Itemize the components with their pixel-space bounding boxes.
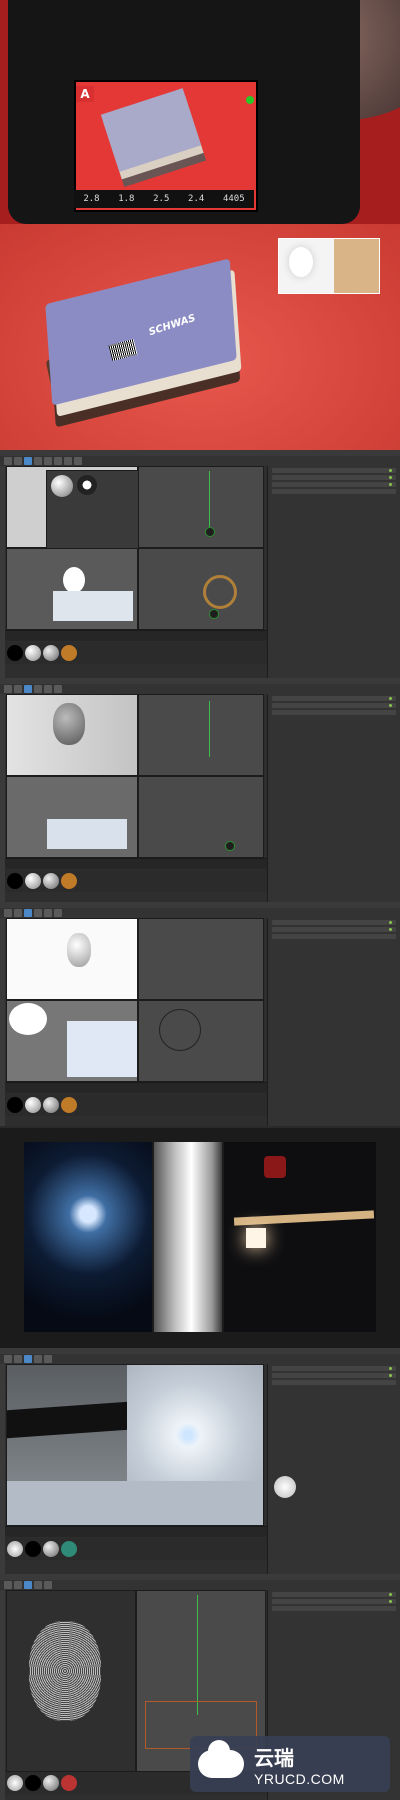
material-bar bbox=[5, 870, 267, 892]
toolbar bbox=[0, 684, 400, 694]
viewport-render[interactable] bbox=[6, 694, 138, 776]
material-bar bbox=[5, 642, 267, 664]
material-white[interactable] bbox=[25, 645, 41, 661]
watermark-domain: YRUCD.COM bbox=[254, 1770, 345, 1787]
texture-preview bbox=[77, 475, 97, 495]
material-bar bbox=[5, 1094, 267, 1116]
material-orange[interactable] bbox=[61, 645, 77, 661]
head-model bbox=[67, 933, 91, 967]
viewport-top[interactable] bbox=[138, 918, 264, 1000]
watermark: 云瑞 YRUCD.COM bbox=[190, 1736, 390, 1792]
object-row[interactable] bbox=[272, 468, 396, 473]
toolbar bbox=[0, 456, 400, 466]
viewport-top[interactable] bbox=[138, 694, 264, 776]
app-screen-1 bbox=[0, 450, 400, 678]
timeline[interactable] bbox=[5, 1526, 267, 1537]
material-bar bbox=[5, 1538, 267, 1560]
backdrop-photo bbox=[154, 1142, 222, 1332]
object-manager[interactable] bbox=[267, 1364, 400, 1574]
light-object bbox=[63, 567, 85, 593]
material-grey[interactable] bbox=[43, 645, 59, 661]
rotate-icon[interactable] bbox=[44, 457, 52, 465]
object-manager[interactable] bbox=[267, 694, 400, 902]
noisy-head-render bbox=[29, 1621, 101, 1721]
render-icon[interactable] bbox=[54, 457, 62, 465]
led-lamp bbox=[246, 1228, 266, 1248]
lamp-table-photo bbox=[224, 1142, 376, 1332]
timeline[interactable] bbox=[5, 1082, 267, 1093]
light-icon[interactable] bbox=[74, 457, 82, 465]
floor bbox=[7, 1481, 263, 1525]
softbox-lamp bbox=[289, 247, 313, 277]
app-screen-3 bbox=[0, 902, 400, 1126]
head-model bbox=[53, 703, 85, 745]
toolbar bbox=[0, 1580, 400, 1590]
viewport-top[interactable] bbox=[138, 466, 264, 548]
lighting-photos-panel bbox=[0, 1128, 400, 1348]
light-guide bbox=[209, 471, 210, 531]
object-row[interactable] bbox=[272, 482, 396, 487]
readout-4: 2.4 bbox=[188, 194, 205, 204]
backdrop bbox=[53, 591, 133, 621]
viewport-front[interactable] bbox=[138, 776, 264, 858]
object-row[interactable] bbox=[272, 489, 396, 494]
light-ring bbox=[203, 575, 237, 609]
attribute-preview bbox=[274, 1476, 296, 1498]
object-manager[interactable] bbox=[267, 466, 400, 678]
red-object bbox=[264, 1156, 286, 1178]
left-toolbar[interactable] bbox=[0, 1590, 5, 1800]
status-dot-icon bbox=[246, 96, 254, 104]
viewport-front[interactable] bbox=[138, 548, 264, 630]
light-node[interactable] bbox=[205, 527, 215, 537]
toolbar bbox=[0, 908, 400, 918]
light-node[interactable] bbox=[225, 841, 235, 851]
readout-1: 2.8 bbox=[83, 194, 100, 204]
material-black[interactable] bbox=[7, 645, 23, 661]
books-on-lcd bbox=[100, 88, 202, 172]
light-sphere-outline bbox=[159, 1009, 201, 1051]
viewport-render[interactable] bbox=[6, 1590, 136, 1772]
timeline[interactable] bbox=[5, 858, 267, 869]
object-manager[interactable] bbox=[267, 918, 400, 1126]
timeline[interactable] bbox=[5, 630, 267, 641]
toolbar bbox=[0, 1354, 400, 1364]
light-node-2[interactable] bbox=[209, 609, 219, 619]
viewport-front[interactable] bbox=[138, 1000, 264, 1082]
viewport-right[interactable] bbox=[6, 548, 138, 630]
viewport-right[interactable] bbox=[6, 1000, 138, 1082]
blue-light-photo bbox=[24, 1142, 152, 1332]
mode-badge: A bbox=[76, 86, 94, 102]
undo-icon[interactable] bbox=[4, 457, 12, 465]
light-object bbox=[9, 1003, 47, 1035]
viewport-right[interactable] bbox=[6, 776, 138, 858]
backdrop bbox=[47, 819, 127, 849]
camera-icon[interactable] bbox=[64, 457, 72, 465]
table-top bbox=[233, 1210, 375, 1226]
move-icon[interactable] bbox=[24, 457, 32, 465]
material-preview bbox=[51, 475, 73, 497]
redo-icon[interactable] bbox=[14, 457, 22, 465]
viewport-render[interactable] bbox=[6, 918, 138, 1000]
viewport-perspective[interactable] bbox=[6, 1364, 264, 1526]
inset-photo bbox=[278, 238, 380, 294]
object-row[interactable] bbox=[272, 475, 396, 480]
backdrop bbox=[67, 1021, 137, 1077]
cloud-logo-icon bbox=[198, 1740, 244, 1778]
app-screen-2 bbox=[0, 678, 400, 902]
scale-icon[interactable] bbox=[34, 457, 42, 465]
shots-remaining: 4405 bbox=[222, 194, 245, 204]
readout-3: 2.5 bbox=[153, 194, 170, 204]
app-screen-4 bbox=[0, 1348, 400, 1574]
camera-photo-panel: A 2.8 1.8 2.5 2.4 4405 bbox=[0, 0, 400, 224]
books-photo-panel: SCHWAS bbox=[0, 224, 400, 450]
lcd-info-bar: 2.8 1.8 2.5 2.4 4405 bbox=[74, 190, 254, 208]
watermark-chinese: 云瑞 bbox=[254, 1745, 294, 1770]
readout-2: 1.8 bbox=[118, 194, 135, 204]
